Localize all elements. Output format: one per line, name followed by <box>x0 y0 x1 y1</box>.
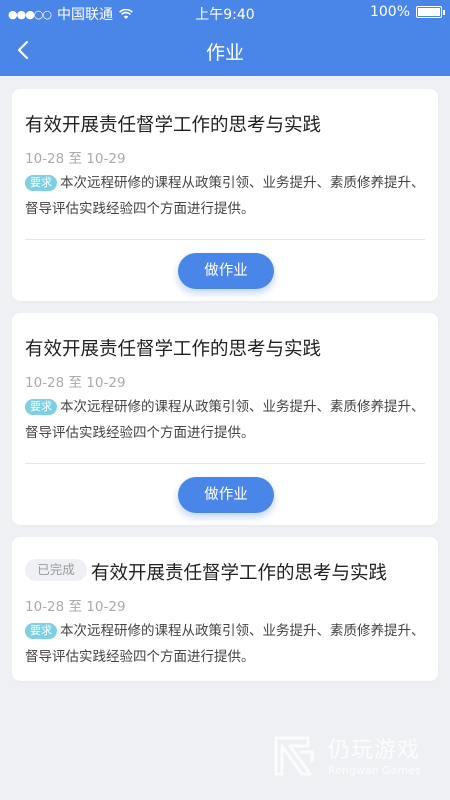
watermark: 仍玩游戏 Rengwan Games <box>270 728 440 784</box>
homework-description: 要求 本次远程研修的课程从政策引领、业务提升、素质修养提升、督导评估实践经验四个方… <box>25 170 427 222</box>
homework-title: 有效开展责任督学工作的思考与实践 <box>91 563 388 584</box>
description-text: 本次远程研修的课程从政策引领、业务提升、素质修养提升、督导评估实践经验四个方面进… <box>25 399 425 441</box>
battery-percent: 100% <box>369 4 410 20</box>
requirement-tag: 要求 <box>25 623 57 639</box>
description-text: 本次远程研修的课程从政策引领、业务提升、素质修养提升、督导评估实践经验四个方面进… <box>25 623 425 665</box>
requirement-tag: 要求 <box>25 175 57 191</box>
card-divider <box>25 463 425 464</box>
watermark-subtitle: Rengwan Games <box>328 764 421 777</box>
do-homework-button[interactable]: 做作业 <box>178 477 274 513</box>
nav-bar: 作业 <box>0 25 450 76</box>
homework-card-completed[interactable]: 已完成 有效开展责任督学工作的思考与实践 10-28 至 10-29 要求 本次远… <box>12 537 438 681</box>
watermark-name: 仍玩游戏 <box>328 738 421 763</box>
homework-date: 10-28 至 10-29 <box>25 599 126 615</box>
do-homework-button[interactable]: 做作业 <box>178 253 274 289</box>
battery-icon <box>416 6 445 18</box>
homework-description: 要求 本次远程研修的课程从政策引领、业务提升、素质修养提升、督导评估实践经验四个方… <box>25 394 427 446</box>
description-text: 本次远程研修的课程从政策引领、业务提升、素质修养提升、督导评估实践经验四个方面进… <box>25 175 425 217</box>
status-bar: ●●●○○ 中国联通 上午9:40 100% <box>0 0 450 25</box>
battery-info: 100% <box>369 4 445 20</box>
page-title: 作业 <box>205 42 244 64</box>
homework-title: 有效开展责任督学工作的思考与实践 <box>25 339 322 360</box>
homework-card: 有效开展责任督学工作的思考与实践 10-28 至 10-29 要求 本次远程研修的… <box>12 313 438 525</box>
homework-description: 要求 本次远程研修的课程从政策引领、业务提升、素质修养提升、督导评估实践经验四个方… <box>25 618 427 670</box>
homework-card: 有效开展责任督学工作的思考与实践 10-28 至 10-29 要求 本次远程研修的… <box>12 89 438 301</box>
watermark-logo-icon <box>274 736 314 776</box>
homework-date: 10-28 至 10-29 <box>25 375 126 391</box>
homework-title: 有效开展责任督学工作的思考与实践 <box>25 115 322 136</box>
homework-date: 10-28 至 10-29 <box>25 151 126 167</box>
completed-badge: 已完成 <box>25 559 87 581</box>
requirement-tag: 要求 <box>25 399 57 415</box>
card-divider <box>25 239 425 240</box>
